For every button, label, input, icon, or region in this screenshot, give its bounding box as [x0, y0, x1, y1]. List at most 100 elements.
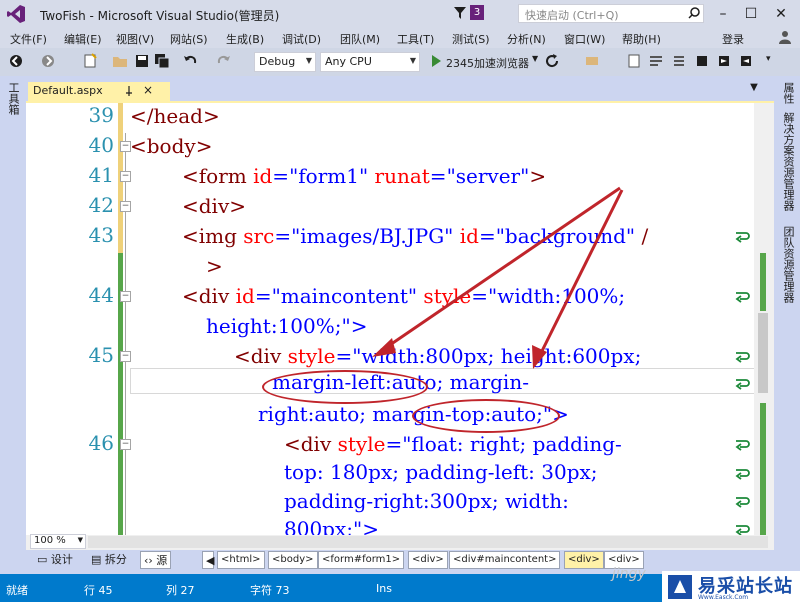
word-wrap-icon: [735, 352, 750, 363]
team-explorer-tab[interactable]: 团队资源管理器: [780, 226, 796, 303]
fold-toggle[interactable]: −: [120, 291, 131, 302]
solution-explorer-tab[interactable]: 解决方案资源管理器: [780, 112, 796, 211]
redo-icon[interactable]: [216, 53, 232, 69]
code-line-39: </head>: [130, 103, 220, 129]
fold-toggle[interactable]: −: [120, 351, 131, 362]
menu-analyze[interactable]: 分析(N): [507, 31, 546, 47]
start-debugging-icon[interactable]: [428, 53, 444, 69]
visual-studio-logo-icon: [7, 5, 25, 23]
code-token: src: [243, 224, 275, 248]
zoom-select[interactable]: 100 % ▼: [30, 534, 86, 549]
bookmark-icon[interactable]: [694, 53, 710, 69]
quick-launch-input[interactable]: 快速启动 (Ctrl+Q): [518, 4, 704, 23]
code-line-46-wrap-3: 800px;">: [284, 516, 379, 535]
line-number: 45: [88, 343, 114, 367]
code-token: =: [478, 224, 496, 248]
fold-toggle[interactable]: −: [120, 201, 131, 212]
code-editor[interactable]: 39 40 41 42 43 44 45 46 − − − − − − </he…: [26, 103, 774, 535]
save-all-icon[interactable]: [154, 53, 170, 69]
menu-website[interactable]: 网站(S): [170, 31, 208, 47]
code-token: <div: [234, 344, 288, 368]
code-token: runat: [368, 164, 430, 188]
filter-icon[interactable]: [454, 7, 466, 19]
annotation-oval-margin-left: [262, 370, 428, 404]
code-token: =: [274, 224, 292, 248]
platform-select[interactable]: Any CPU ▼: [320, 52, 420, 72]
open-folder-icon[interactable]: [112, 53, 128, 69]
close-icon[interactable]: ✕: [770, 4, 792, 24]
code-line-46-wrap-1: top: 180px; padding-left: 30px;: [284, 459, 598, 485]
pin-icon[interactable]: [124, 86, 134, 96]
menu-test[interactable]: 测试(S): [452, 31, 490, 47]
window-title: TwoFish - Microsoft Visual Studio(管理员): [40, 9, 280, 23]
properties-tab[interactable]: 属性: [780, 82, 796, 104]
minimize-icon[interactable]: –: [712, 4, 734, 24]
previous-bookmark-icon[interactable]: [738, 53, 754, 69]
left-tool-window-rail: [0, 76, 26, 574]
scrollbar-thumb[interactable]: [758, 313, 768, 393]
maximize-icon[interactable]: ☐: [740, 4, 762, 24]
code-token: >: [529, 164, 547, 188]
menu-build[interactable]: 生成(B): [226, 31, 264, 47]
word-wrap-icon: [735, 497, 750, 508]
design-label: 设计: [50, 553, 73, 566]
breadcrumb-item-active[interactable]: <div>: [564, 551, 604, 569]
code-token: <img: [182, 224, 244, 248]
menu-edit[interactable]: 编辑(E): [64, 31, 102, 47]
code-token: style: [417, 284, 472, 308]
menu-help[interactable]: 帮助(H): [622, 31, 661, 47]
undo-icon[interactable]: [182, 53, 198, 69]
status-column: 列 27: [166, 584, 195, 597]
breadcrumb-item[interactable]: <body>: [268, 551, 318, 569]
toolbox-tab[interactable]: 工具箱: [7, 82, 21, 115]
zoom-value: 100 %: [34, 535, 66, 546]
save-icon[interactable]: [134, 53, 150, 69]
breadcrumb-item[interactable]: <div>: [408, 551, 448, 569]
menu-tools[interactable]: 工具(T): [397, 31, 434, 47]
breadcrumb-item[interactable]: <html>: [217, 551, 265, 569]
document-icon[interactable]: [626, 53, 642, 69]
uncomment-icon[interactable]: [672, 53, 688, 69]
browser-link-icon[interactable]: [584, 53, 600, 69]
search-icon[interactable]: [688, 7, 700, 19]
refresh-icon[interactable]: [544, 53, 560, 69]
forward-icon[interactable]: [40, 53, 56, 69]
code-token: =: [335, 344, 353, 368]
split-view-button[interactable]: ▤ 拆分: [88, 551, 130, 569]
next-bookmark-icon[interactable]: [716, 53, 732, 69]
crumb-left-arrow-icon[interactable]: ◀: [202, 551, 214, 569]
design-view-button[interactable]: ▭ 设计: [34, 551, 76, 569]
comment-icon[interactable]: [648, 53, 664, 69]
close-tab-icon[interactable]: ×: [142, 84, 154, 96]
source-view-button[interactable]: ‹› 源: [140, 551, 172, 569]
status-ready: 就绪: [6, 584, 28, 597]
code-token: style: [337, 432, 386, 456]
login-link[interactable]: 登录: [722, 31, 744, 47]
fold-toggle[interactable]: −: [120, 171, 131, 182]
code-token: "width:800px; height:600px;: [352, 344, 642, 368]
menu-team[interactable]: 团队(M): [340, 31, 380, 47]
menu-window[interactable]: 窗口(W): [564, 31, 605, 47]
breadcrumb-item[interactable]: <form#form1>: [318, 551, 405, 569]
code-line-43-wrap: >: [206, 253, 223, 279]
toolbar-overflow-icon[interactable]: ▾: [766, 54, 771, 64]
chevron-down-icon[interactable]: ▼: [532, 54, 538, 63]
watermark-jingyan: jingy: [612, 566, 646, 582]
run-target-label[interactable]: 2345加速浏览器: [446, 55, 529, 71]
back-icon[interactable]: [8, 53, 24, 69]
menu-file[interactable]: 文件(F): [10, 31, 47, 47]
code-token: <body>: [130, 134, 213, 158]
menu-debug[interactable]: 调试(D): [282, 31, 321, 47]
notification-badge[interactable]: 3: [470, 5, 484, 20]
code-token: <form: [182, 164, 254, 188]
horizontal-scrollbar[interactable]: [88, 536, 768, 548]
line-number: 40: [88, 133, 114, 157]
menu-view[interactable]: 视图(V): [116, 31, 154, 47]
fold-toggle[interactable]: −: [120, 439, 131, 450]
configuration-select[interactable]: Debug ▼: [254, 52, 316, 72]
code-token: =: [471, 284, 489, 308]
breadcrumb-item[interactable]: <div#maincontent>: [449, 551, 561, 569]
account-icon[interactable]: [778, 30, 792, 44]
tab-dropdown-icon[interactable]: ▼: [747, 82, 761, 96]
new-project-icon[interactable]: [82, 53, 98, 69]
